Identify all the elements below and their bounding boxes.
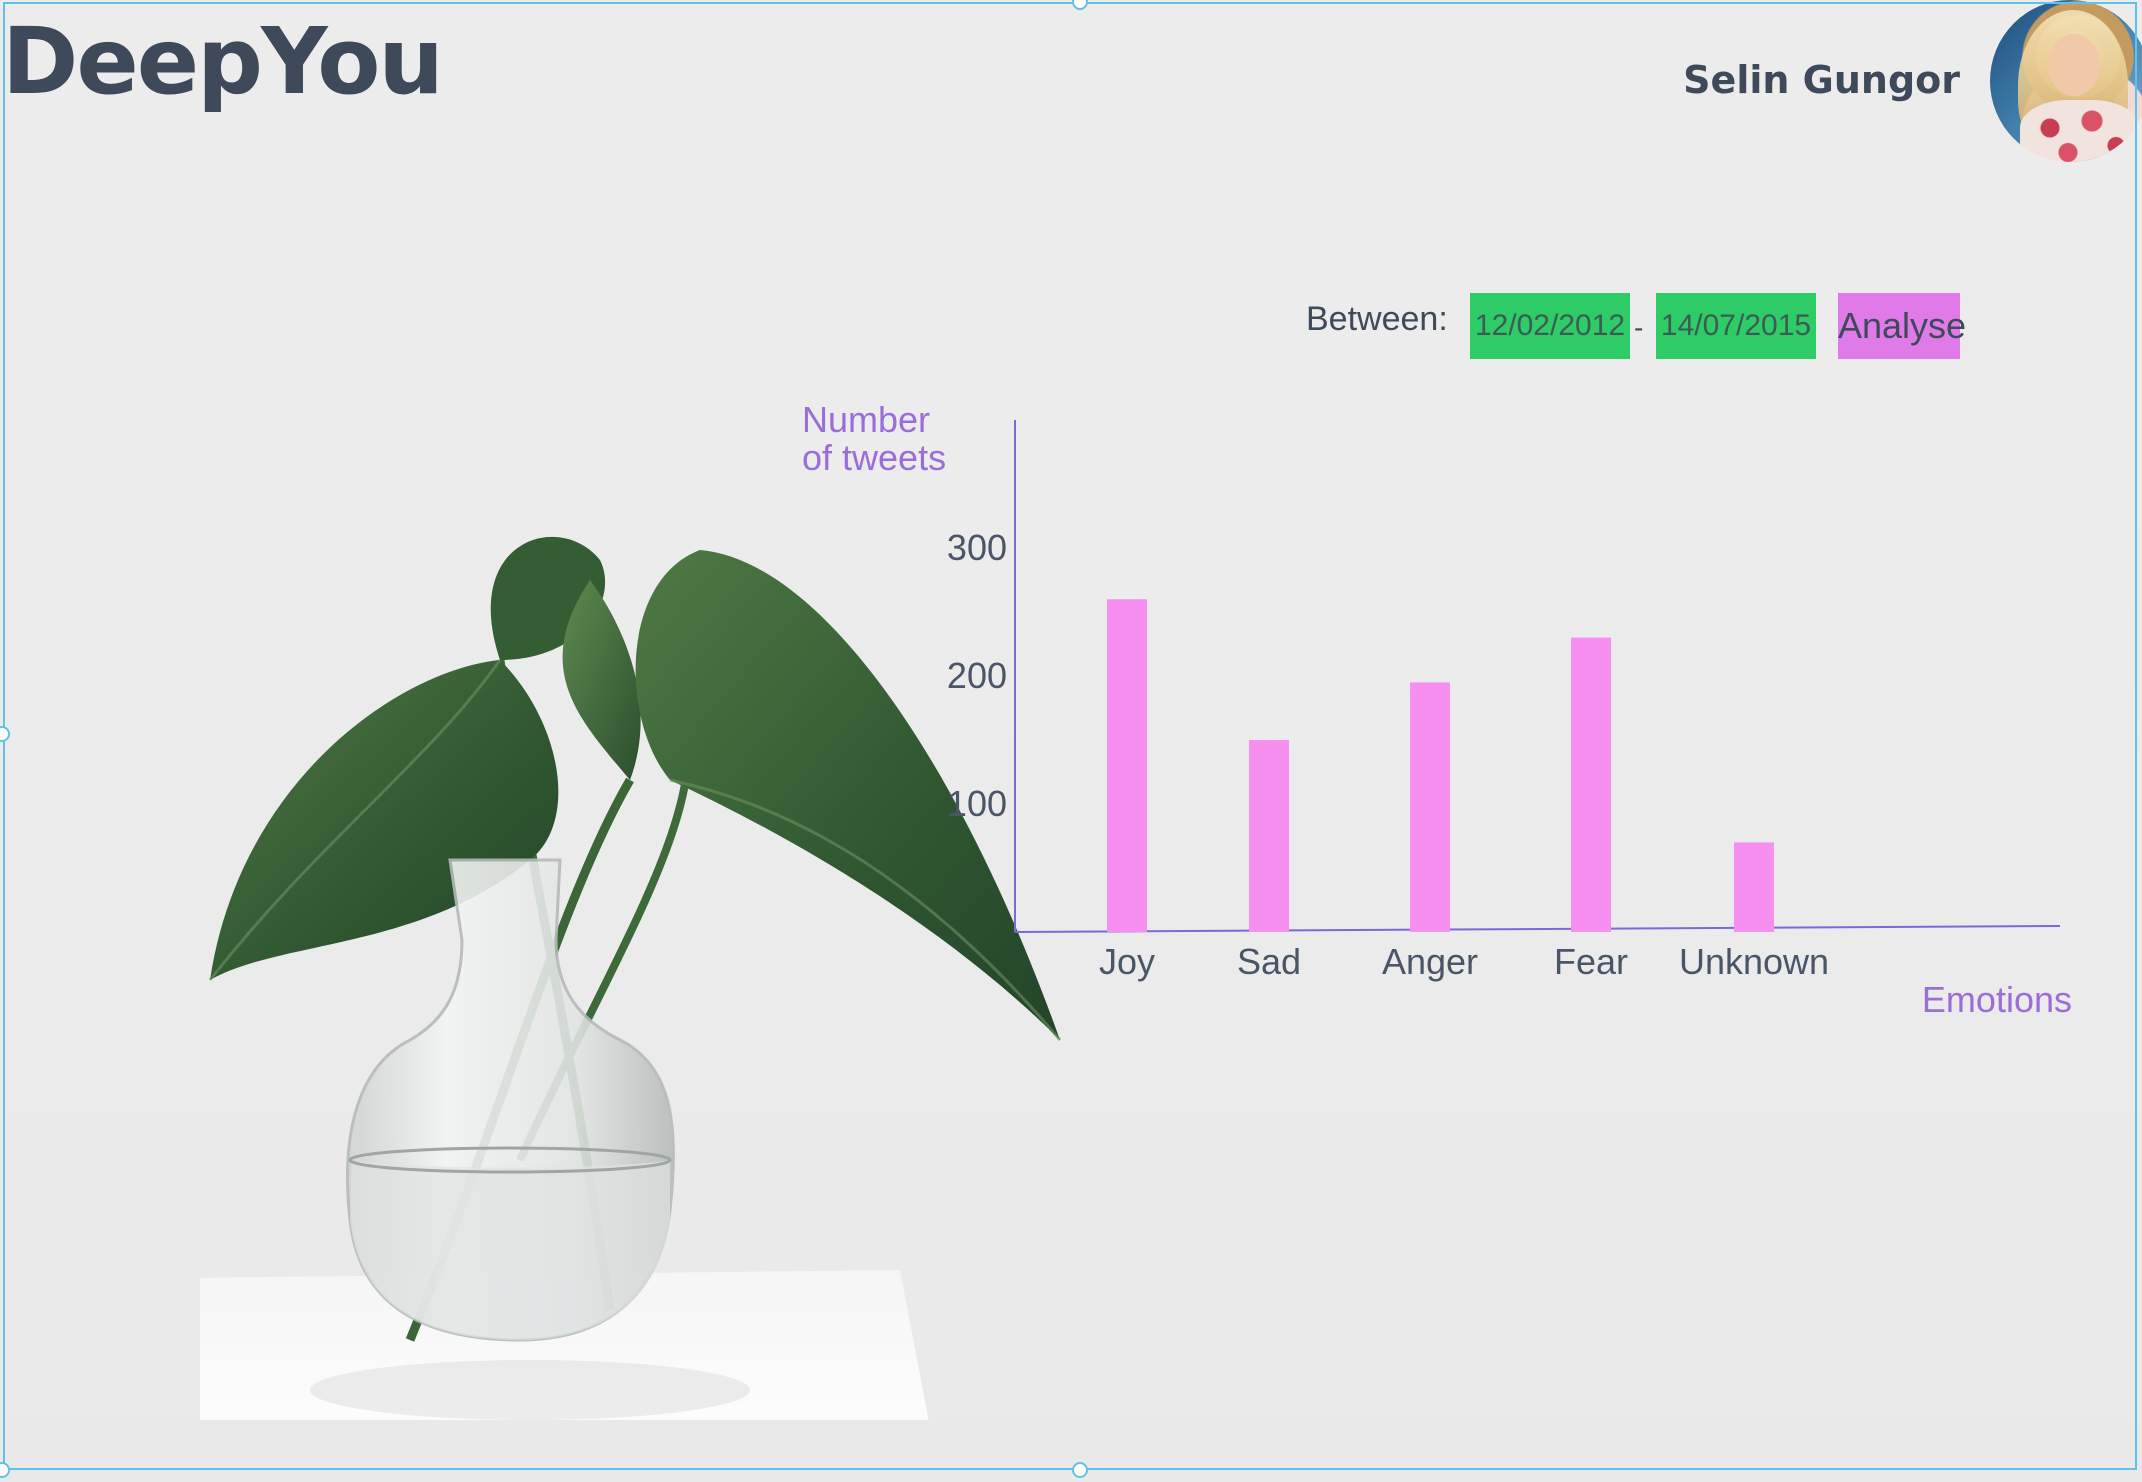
emotion-bar-chart: 100 200 300 Numberof tweets Joy Sad Anger Fear U… bbox=[802, 399, 2072, 1020]
y-axis-title: of tweets bbox=[802, 437, 946, 478]
bar-anger bbox=[1410, 682, 1450, 932]
x-tick-label: Unknown bbox=[1679, 941, 1829, 982]
date-range-label: Between: bbox=[1306, 300, 1448, 338]
bar-unknown bbox=[1734, 842, 1774, 932]
bar-joy bbox=[1107, 599, 1147, 932]
bar-sad bbox=[1249, 740, 1289, 932]
x-tick-label: Sad bbox=[1237, 941, 1301, 982]
x-tick-label: Fear bbox=[1554, 941, 1628, 982]
bar-fear bbox=[1571, 637, 1611, 932]
date-separator: - bbox=[1634, 312, 1644, 343]
user-name: Selin Gungor bbox=[1683, 58, 1960, 102]
user-avatar[interactable] bbox=[1990, 0, 2142, 162]
app-logo: DeepYou bbox=[2, 8, 444, 115]
analyse-button[interactable]: Analyse bbox=[1838, 293, 1966, 359]
x-tick-label: Joy bbox=[1099, 941, 1155, 982]
x-axis-line bbox=[1014, 925, 2061, 933]
start-date-field[interactable] bbox=[1470, 293, 1630, 359]
y-tick-label: 100 bbox=[947, 783, 1007, 824]
x-axis-title: Emotions bbox=[1922, 979, 2072, 1020]
y-axis-title: Number bbox=[802, 399, 930, 440]
x-tick-label: Anger bbox=[1382, 941, 1478, 982]
y-tick-label: 300 bbox=[947, 527, 1007, 568]
end-date-field[interactable] bbox=[1656, 293, 1816, 359]
selection-handle[interactable] bbox=[1072, 1462, 1088, 1478]
y-tick-label: 200 bbox=[947, 655, 1007, 696]
